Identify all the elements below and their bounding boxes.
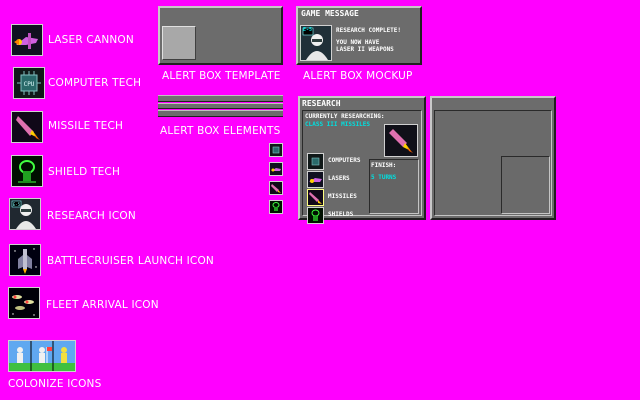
alert-title: GAME MESSAGE (301, 9, 359, 18)
option-computers-icon[interactable] (307, 153, 324, 170)
laser-cannon-icon (11, 24, 43, 56)
small-shield-icon (269, 200, 283, 214)
battlecruiser-icon (9, 244, 41, 276)
option-lasers[interactable]: LASERS (328, 175, 350, 182)
alert-box-mockup: GAME MESSAGE E-5 RESEARCH COMPLETE! YOU … (296, 6, 422, 65)
research-content-area: CURRENTLY RESEARCHING: CLASS III MISSILE… (302, 110, 422, 224)
alert-line-1: RESEARCH COMPLETE! (336, 27, 402, 34)
missile-tech-label: MISSILE TECH (48, 120, 124, 132)
alert-box-template-label: ALERT BOX TEMPLATE (162, 70, 281, 82)
element-bar-middle (158, 103, 283, 109)
scientist-icon: E-5 (9, 198, 41, 230)
missile-icon (11, 111, 43, 143)
svg-text:CPU: CPU (24, 81, 35, 88)
colonize-icon (8, 340, 76, 372)
research-icon-label: RESEARCH ICON (47, 210, 136, 222)
current-research-icon (384, 124, 418, 157)
colonize-icons-label: COLONIZE ICONS (8, 378, 102, 390)
alert-scientist-icon: E-5 (300, 25, 332, 61)
template-content-area (434, 110, 552, 216)
element-bar-top (158, 95, 283, 102)
svg-text:E-5: E-5 (13, 202, 21, 207)
finish-box: FINISH: 5 TURNS (369, 159, 419, 214)
alert-line-3: YOU NOW HAVE (336, 39, 380, 46)
research-template-panel (430, 96, 556, 220)
fleet-icon (8, 287, 40, 319)
finish-label: FINISH: (371, 162, 397, 169)
option-shields-icon[interactable] (307, 207, 324, 224)
template-icon-slot (162, 26, 196, 60)
option-shields[interactable]: SHIELDS (328, 211, 353, 218)
small-cpu-icon (269, 143, 283, 157)
finish-value: 5 TURNS (371, 174, 397, 181)
alert-box-elements (158, 95, 283, 117)
alert-badge: E-5 (303, 27, 313, 33)
option-missiles[interactable]: MISSILES (328, 193, 357, 200)
shield-tech-label: SHIELD TECH (48, 166, 121, 178)
option-computers[interactable]: COMPUTERS (328, 157, 361, 164)
alert-box-mockup-label: ALERT BOX MOCKUP (303, 70, 413, 82)
current-research-item: CLASS III MISSILES (305, 121, 371, 128)
research-panel: RESEARCH CURRENTLY RESEARCHING: CLASS II… (298, 96, 426, 224)
option-missiles-icon[interactable] (307, 189, 324, 206)
alert-box-elements-label: ALERT BOX ELEMENTS (160, 125, 281, 137)
cpu-chip-icon: CPU (13, 67, 45, 99)
currently-researching-label: CURRENTLY RESEARCHING: (305, 113, 385, 120)
laser-cannon-label: LASER CANNON (48, 34, 134, 46)
small-laser-icon (269, 162, 283, 176)
shield-icon (11, 155, 43, 187)
small-missile-icon (269, 181, 283, 195)
element-bar-bottom (158, 110, 283, 117)
research-title: RESEARCH (302, 99, 341, 108)
alert-line-4: LASER II WEAPONS (336, 46, 394, 53)
alert-box-template (158, 6, 283, 65)
computer-tech-label: COMPUTER TECH (48, 77, 142, 89)
template-finish-box (501, 156, 550, 214)
battlecruiser-launch-label: BATTLECRUISER LAUNCH ICON (47, 255, 214, 267)
fleet-arrival-label: FLEET ARRIVAL ICON (46, 299, 159, 311)
option-lasers-icon[interactable] (307, 171, 324, 188)
